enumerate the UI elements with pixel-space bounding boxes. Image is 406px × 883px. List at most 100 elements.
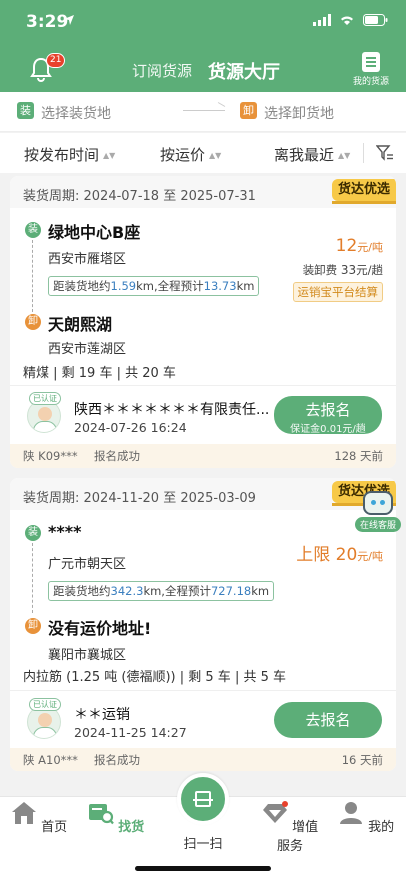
tab-find-goods-label: 找货: [118, 820, 145, 835]
divider: [10, 385, 396, 386]
price-unit: 元/吨: [357, 241, 383, 254]
unload-marker: 卸: [25, 618, 41, 634]
load-place-selector[interactable]: 选择装货地: [41, 103, 111, 123]
status-time: 3:29: [26, 12, 69, 32]
signup-button-label: 去报名: [305, 711, 351, 729]
document-icon: [362, 52, 380, 72]
verified-badge: 已认证: [29, 698, 61, 711]
time-ago: 128 天前: [334, 449, 383, 463]
load-place-name: ****: [48, 522, 82, 541]
signal-icon: [313, 14, 331, 26]
home-icon: [11, 802, 36, 824]
tab-subscribe[interactable]: 订阅货源: [132, 60, 192, 81]
load-place-name: 绿地中心B座: [48, 223, 141, 242]
status-bar: 3:29: [0, 0, 406, 44]
my-sources-button[interactable]: 我的货源: [346, 52, 396, 87]
signup-button[interactable]: 去报名 保证金0.01元/趟: [274, 396, 382, 435]
battery-icon: [363, 14, 388, 26]
route-line: [32, 240, 33, 312]
home-indicator: [135, 866, 271, 871]
tab-mine-label: 我的: [368, 820, 395, 835]
price-value: 20: [335, 545, 358, 565]
unload-marker: 卸: [25, 314, 41, 330]
freight-price: 上限 20元/吨: [296, 540, 383, 565]
load-district: 西安市雁塔区: [48, 252, 127, 267]
company-name: ＊＊运销: [74, 707, 130, 723]
unload-place-name: 没有运价地址!: [48, 619, 152, 638]
top-header: 3:29 21 订阅货源 货源大厅 我的货源: [0, 0, 406, 92]
online-service-button[interactable]: 在线客服: [355, 491, 401, 532]
verified-badge: 已认证: [29, 392, 61, 405]
tab-find-goods[interactable]: 找货: [86, 801, 146, 835]
divider: [363, 143, 364, 163]
signup-status-bar: 陕 K09*** 报名成功 128 天前: [10, 444, 396, 468]
system-icons: [313, 14, 388, 26]
location-arrow-icon: [64, 15, 74, 25]
sort-by-time-label: 按发布时间: [24, 146, 100, 164]
sort-by-distance[interactable]: 离我最近 ▲▼: [274, 144, 350, 165]
plate-number: 陕 K09***: [23, 449, 78, 463]
publish-time: 2024-07-26 16:24: [74, 420, 187, 435]
freight-price: 12元/吨: [336, 236, 383, 256]
unload-district: 西安市莲湖区: [48, 342, 127, 357]
wifi-icon: [341, 16, 353, 25]
handling-fee: 装卸费 33元/趟: [302, 263, 383, 277]
divider: [10, 690, 396, 691]
route-selector: 装 选择装货地 卸 选择卸货地: [0, 92, 406, 132]
notification-badge: 21: [46, 53, 66, 68]
tab-mine[interactable]: 我的: [336, 801, 396, 835]
time-ago: 16 天前: [341, 753, 383, 767]
signup-status: 报名成功: [94, 449, 140, 463]
route-arrow-icon: [183, 110, 225, 111]
tab-home-label: 首页: [41, 820, 68, 835]
company-name: 陕西＊＊＊＊＊＊＊有限责任...: [74, 402, 270, 418]
sort-toggle-icon: ▲▼: [103, 151, 116, 160]
price-cap-label: 上限: [296, 545, 331, 565]
unload-district: 襄阳市襄城区: [48, 648, 127, 663]
goods-info: 内拉筋 (1.25 吨 (德福顺)) | 剩 5 车 | 共 5 车: [23, 670, 286, 685]
robot-icon: [363, 491, 393, 515]
tab-value-added-label: 增值服务: [276, 820, 319, 854]
scan-button[interactable]: [177, 773, 229, 825]
tab-home[interactable]: 首页: [9, 801, 69, 835]
load-district: 广元市朝天区: [48, 557, 127, 572]
tab-value-added[interactable]: 增值服务: [258, 801, 322, 854]
diamond-icon: [262, 801, 288, 823]
deposit-label: 保证金0.01元/趟: [290, 424, 366, 435]
signup-button[interactable]: 去报名: [274, 702, 382, 738]
load-marker: 装: [25, 525, 41, 541]
sort-by-price[interactable]: 按运价 ▲▼: [160, 144, 221, 165]
route-line: [32, 543, 33, 613]
sort-by-time[interactable]: 按发布时间 ▲▼: [24, 144, 115, 165]
nav-bar: 21 订阅货源 货源大厅 我的货源: [0, 50, 406, 90]
goods-info: 精煤 | 剩 19 车 | 共 20 车: [23, 366, 176, 381]
unload-place-selector[interactable]: 选择卸货地: [264, 103, 334, 123]
publish-time: 2024-11-25 14:27: [74, 725, 187, 740]
cargo-card[interactable]: 装货周期: 2024-11-20 至 2025-03-09 货达优选 装 ***…: [10, 478, 396, 771]
scan-icon: [193, 791, 213, 807]
price-value: 12: [335, 236, 358, 256]
signup-status-bar: 陕 A10*** 报名成功 16 天前: [10, 748, 396, 771]
unload-place-name: 天朗熙湖: [48, 315, 113, 334]
settlement-badge: 运销宝平台结算: [292, 282, 383, 302]
tab-scan-label[interactable]: 扫一扫: [170, 833, 236, 852]
filter-icon[interactable]: [376, 145, 394, 161]
distance-info: 距装货地约342.3km,全程预计727.18km: [48, 581, 275, 601]
load-tag: 装: [17, 102, 34, 119]
load-marker: 装: [25, 222, 41, 238]
find-goods-icon: [88, 804, 114, 825]
cargo-card[interactable]: 装货周期: 2024-07-18 至 2025-07-31 货达优选 装 绿地中…: [10, 176, 396, 468]
distance-info: 距装货地约1.59km,全程预计13.73km: [48, 276, 260, 296]
my-sources-label: 我的货源: [352, 77, 389, 87]
sort-toggle-icon: ▲▼: [209, 151, 222, 160]
signup-status: 报名成功: [94, 753, 140, 767]
sort-by-distance-label: 离我最近: [274, 146, 335, 164]
sort-toggle-icon: ▲▼: [338, 151, 351, 160]
signup-button-label: 去报名: [305, 401, 351, 419]
sort-bar: 按发布时间 ▲▼ 按运价 ▲▼ 离我最近 ▲▼: [0, 133, 406, 173]
unload-tag: 卸: [240, 102, 257, 119]
price-unit: 元/吨: [357, 550, 383, 563]
sort-by-price-label: 按运价: [160, 146, 206, 164]
plate-number: 陕 A10***: [23, 753, 78, 767]
tab-cargo-market[interactable]: 货源大厅: [208, 58, 280, 84]
